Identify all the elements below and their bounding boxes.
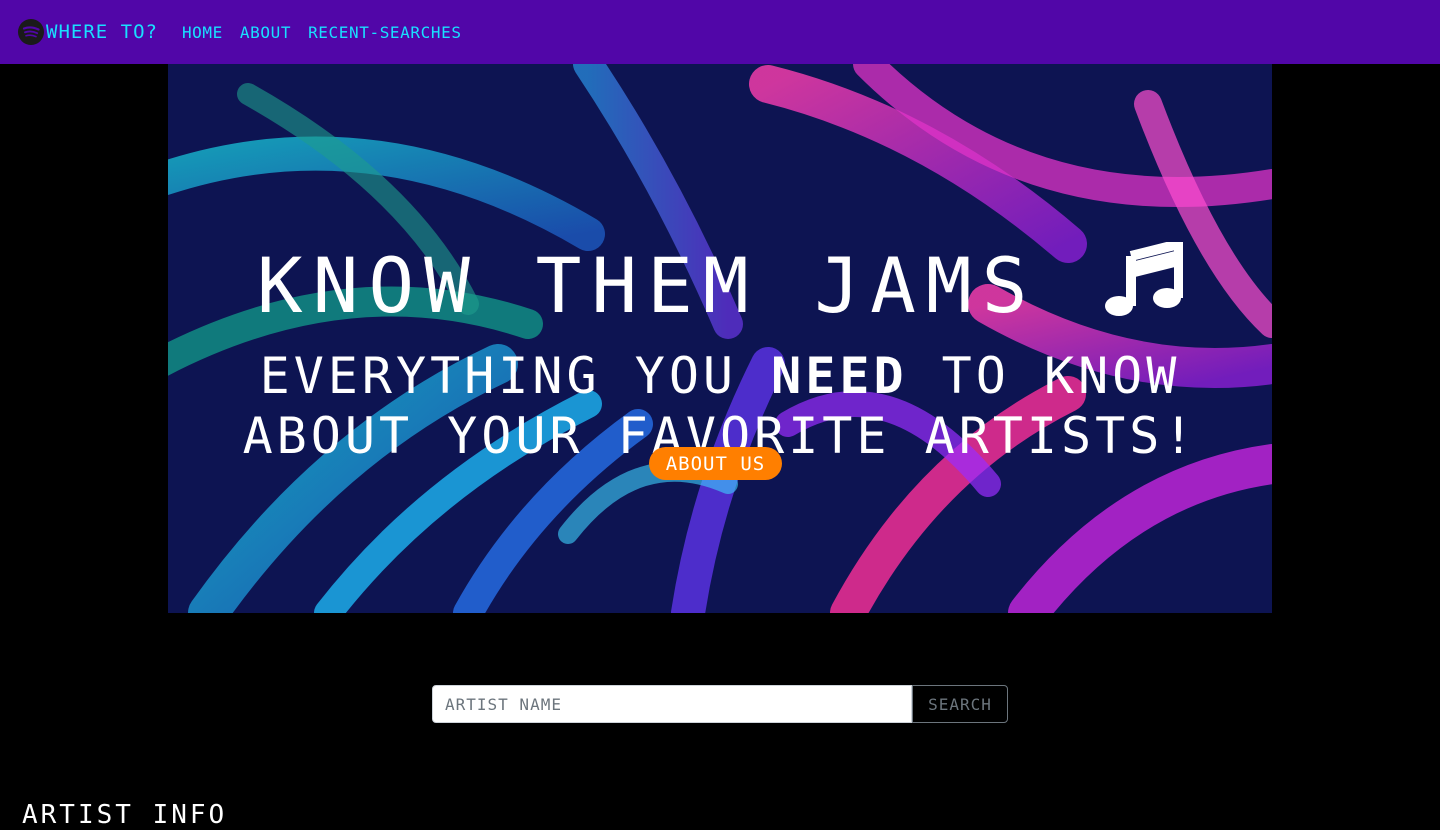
artist-info-heading: ARTIST INFO [22, 800, 228, 830]
nav-link-recent-searches[interactable]: RECENT-SEARCHES [308, 23, 462, 42]
hero-title: KNOW THEM JAMS [168, 239, 1272, 330]
music-note-icon [1103, 239, 1185, 330]
hero-subtitle-part: EVERYTHING YOU [259, 347, 772, 405]
nav-link-about[interactable]: ABOUT [240, 23, 291, 42]
search-bar: SEARCH [432, 685, 1008, 723]
top-navbar: WHERE TO? HOME ABOUT RECENT-SEARCHES [0, 0, 1440, 64]
about-us-button[interactable]: ABOUT US [649, 447, 782, 480]
nav-links: HOME ABOUT RECENT-SEARCHES [182, 23, 479, 42]
hero-subtitle-emphasis: NEED [771, 347, 908, 405]
hero-banner: KNOW THEM JAMS EVERYTHING YOU NEED TO KN… [168, 64, 1272, 613]
brand-text: WHERE TO? [46, 21, 158, 43]
hero-subtitle-part: TO KNOW [907, 347, 1181, 405]
spotify-icon [18, 19, 44, 45]
hero-background-image [168, 64, 1272, 613]
artist-search-input[interactable] [432, 685, 912, 723]
brand-link[interactable]: WHERE TO? [18, 19, 158, 45]
hero-title-text: KNOW THEM JAMS [256, 241, 1038, 330]
search-button[interactable]: SEARCH [912, 685, 1008, 723]
nav-link-home[interactable]: HOME [182, 23, 223, 42]
